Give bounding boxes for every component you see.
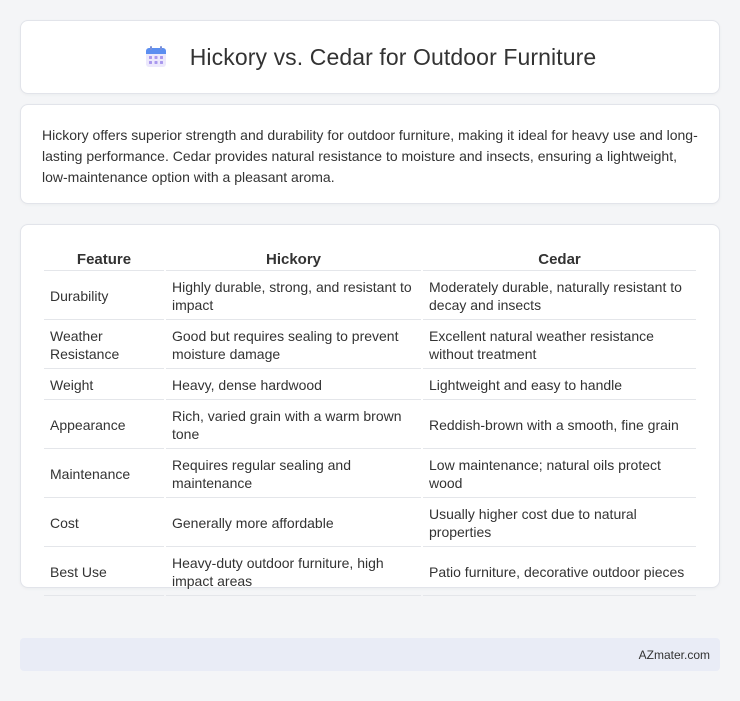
hickory-cell: Requires regular sealing and maintenance [166,451,421,498]
table-header-row: Feature Hickory Cedar [44,247,696,271]
table-row: Weight Heavy, dense hardwood Lightweight… [44,371,696,400]
header-hickory: Hickory [166,247,421,271]
feature-cell: Weight [44,371,164,400]
calendar-icon [144,45,168,69]
hickory-cell: Heavy-duty outdoor furniture, high impac… [166,549,421,596]
table-row: Best Use Heavy-duty outdoor furniture, h… [44,549,696,596]
footer-bar: AZmater.com [20,638,720,671]
hickory-cell: Good but requires sealing to prevent moi… [166,322,421,369]
cedar-cell: Reddish-brown with a smooth, fine grain [423,402,696,449]
hickory-cell: Generally more affordable [166,500,421,547]
cedar-cell: Excellent natural weather resistance wit… [423,322,696,369]
cedar-cell: Moderately durable, naturally resistant … [423,273,696,320]
hickory-cell: Rich, varied grain with a warm brown ton… [166,402,421,449]
intro-paragraph: Hickory offers superior strength and dur… [42,127,698,185]
cedar-cell: Lightweight and easy to handle [423,371,696,400]
cedar-cell: Low maintenance; natural oils protect wo… [423,451,696,498]
feature-cell: Durability [44,273,164,320]
page: Hickory vs. Cedar for Outdoor Furniture … [0,0,740,701]
table-row: Maintenance Requires regular sealing and… [44,451,696,498]
title-card: Hickory vs. Cedar for Outdoor Furniture [20,20,720,94]
table-row: Durability Highly durable, strong, and r… [44,273,696,320]
cedar-cell: Usually higher cost due to natural prope… [423,500,696,547]
page-title: Hickory vs. Cedar for Outdoor Furniture [189,43,597,70]
hickory-cell: Heavy, dense hardwood [166,371,421,400]
intro-card: Hickory offers superior strength and dur… [20,104,720,204]
comparison-table-card: Feature Hickory Cedar Durability Highly … [20,224,720,596]
feature-cell: Best Use [44,549,164,596]
header-feature: Feature [44,247,164,271]
feature-cell: Maintenance [44,451,164,498]
hickory-cell: Highly durable, strong, and resistant to… [166,273,421,320]
footer-site-name: AZmater.com [638,647,710,662]
feature-cell: Weather Resistance [44,322,164,369]
feature-cell: Appearance [44,402,164,449]
cedar-cell: Patio furniture, decorative outdoor piec… [423,549,696,596]
feature-cell: Cost [44,500,164,547]
table-row: Appearance Rich, varied grain with a war… [44,402,696,449]
comparison-table: Feature Hickory Cedar Durability Highly … [42,245,698,598]
table-row: Cost Generally more affordable Usually h… [44,500,696,547]
header-cedar: Cedar [423,247,696,271]
table-row: Weather Resistance Good but requires sea… [44,322,696,369]
